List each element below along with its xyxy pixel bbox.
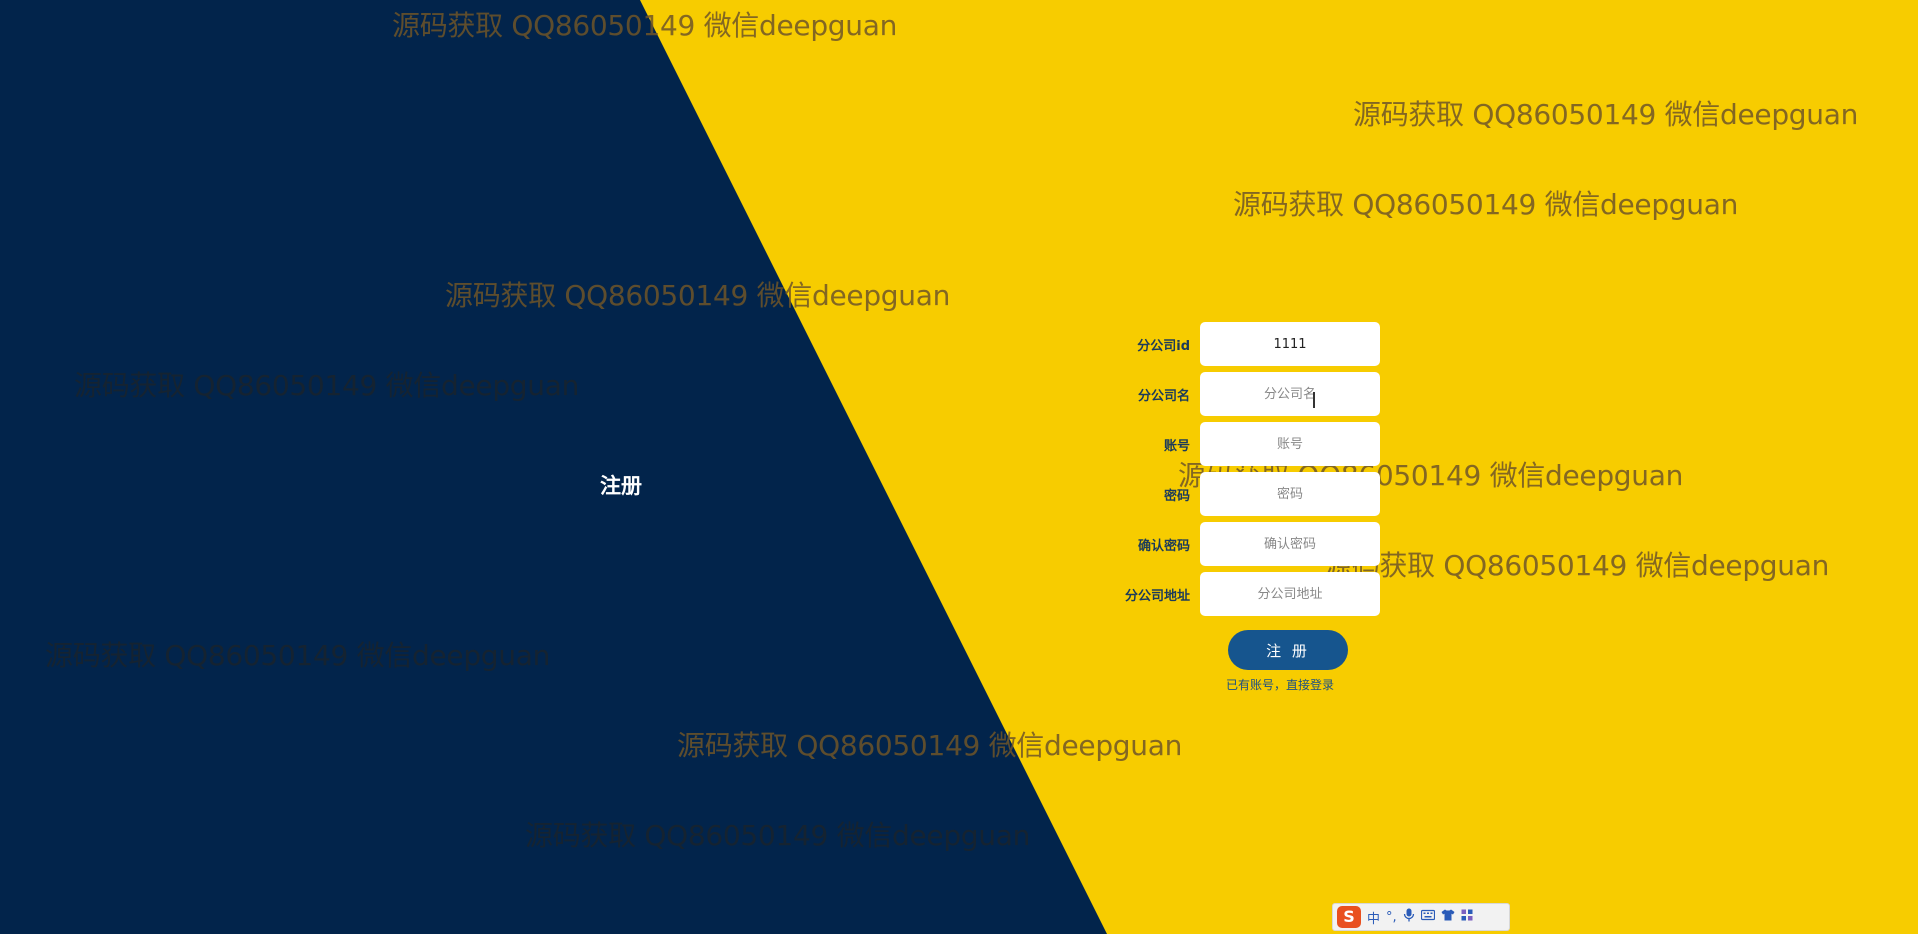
form-row-branch-address: 分公司地址 [1100,572,1380,622]
confirm-password-input[interactable] [1200,522,1380,566]
side-title: 注册 [600,474,642,498]
chinese-mode-icon[interactable]: 中 [1367,908,1380,927]
form-row-branch-id: 分公司id [1100,322,1380,372]
account-input[interactable] [1200,422,1380,466]
form-row-confirm-password: 确认密码 [1100,522,1380,572]
sogou-logo-icon[interactable]: S [1337,906,1361,928]
text-cursor [1313,392,1315,408]
branch-address-input[interactable] [1200,572,1380,616]
account-label: 账号 [1163,439,1190,454]
register-form: 分公司id 分公司名 账号 密码 确认密码 分公司地址 [1100,322,1380,622]
mic-icon[interactable] [1403,908,1415,926]
register-page: 注册 源码获取 QQ86050149 微信deepguan 源码获取 QQ860… [0,0,1918,934]
shirt-icon[interactable] [1441,909,1455,925]
branch-name-label: 分公司名 [1137,389,1190,404]
password-label: 密码 [1163,489,1190,504]
navy-side-panel [0,0,1107,934]
watermark: 源码获取 QQ86050149 微信deepguan [1353,98,1859,131]
branch-address-label: 分公司地址 [1124,589,1190,604]
punctuation-icon[interactable]: °, [1386,910,1397,925]
branch-id-label: 分公司id [1137,339,1190,354]
ime-toolbar[interactable]: S 中 °, [1332,903,1510,931]
watermark: 源码获取 QQ86050149 微信deepguan [1233,188,1739,221]
password-input[interactable] [1200,472,1380,516]
grid-icon[interactable] [1461,909,1473,925]
login-link[interactable]: 已有账号，直接登录 [1226,676,1334,693]
branch-name-input[interactable] [1200,372,1380,416]
keyboard-icon[interactable] [1420,909,1435,925]
branch-id-input[interactable] [1200,322,1380,366]
register-button[interactable]: 注 册 [1228,630,1348,670]
form-row-password: 密码 [1100,472,1380,522]
watermark: 源码获取 QQ86050149 微信deepguan [1324,549,1830,582]
form-row-branch-name: 分公司名 [1100,372,1380,422]
form-row-account: 账号 [1100,422,1380,472]
confirm-password-label: 确认密码 [1137,539,1190,554]
